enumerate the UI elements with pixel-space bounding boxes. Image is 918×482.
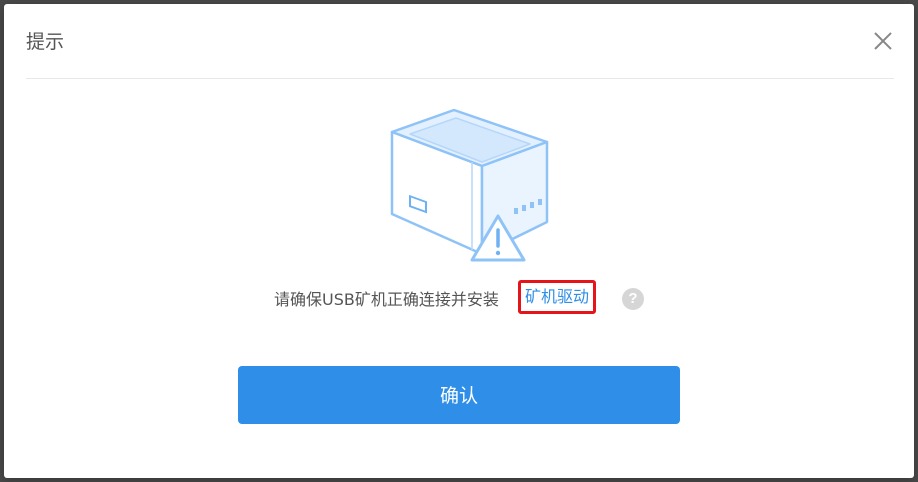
close-button[interactable] [870, 28, 896, 54]
dialog-title: 提示 [26, 31, 65, 53]
message-row: 请确保USB矿机正确连接并安装 矿机驱动 ? [4, 280, 914, 320]
confirm-button[interactable]: 确认 [238, 366, 680, 424]
usb-miner-device-warning-icon [382, 104, 552, 264]
tip-dialog: 提示 请确保USB矿机正确连接并安装 矿机驱动 ? 确认 [4, 4, 914, 478]
close-icon [874, 32, 892, 50]
miner-driver-link[interactable]: 矿机驱动 [518, 280, 596, 314]
message-text: 请确保USB矿机正确连接并安装 [274, 290, 499, 309]
dialog-header: 提示 [4, 4, 914, 78]
help-icon[interactable]: ? [622, 288, 644, 310]
header-divider [26, 78, 894, 79]
